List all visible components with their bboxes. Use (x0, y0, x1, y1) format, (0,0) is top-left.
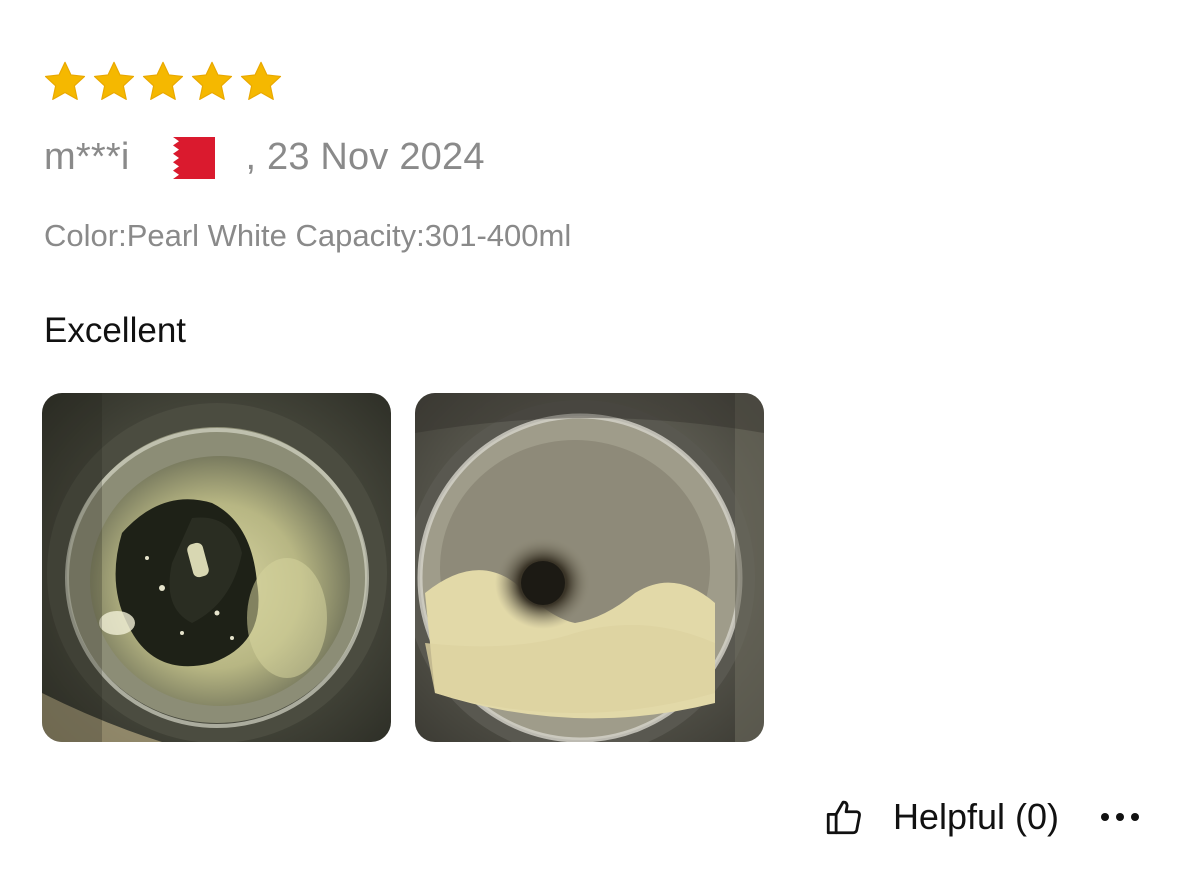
bahrain-flag-icon (155, 136, 216, 179)
reviewer-name: m***i (44, 136, 130, 178)
more-options-icon[interactable] (1101, 803, 1139, 831)
review-photos (42, 393, 764, 742)
sku-info: Color:Pearl White Capacity:301-400ml (44, 218, 572, 253)
star-icon (91, 60, 137, 104)
review-photo-2[interactable] (415, 393, 764, 742)
star-icon (140, 60, 186, 104)
review-text: Excellent (44, 311, 187, 350)
helpful-button[interactable]: Helpful (0) (823, 796, 1059, 838)
review-card: m***i , 23 Nov 2024 Color:Pearl White Ca… (0, 0, 1179, 886)
review-footer: Helpful (0) (823, 796, 1139, 838)
review-date: , 23 Nov 2024 (245, 136, 485, 178)
star-icon (42, 60, 88, 104)
helpful-label: Helpful (0) (892, 796, 1059, 837)
thumbs-up-icon (823, 796, 865, 838)
review-meta: m***i , 23 Nov 2024 (44, 136, 485, 179)
star-icon (238, 60, 284, 104)
star-icon (189, 60, 235, 104)
star-rating (42, 60, 284, 104)
review-photo-1[interactable] (42, 393, 391, 742)
